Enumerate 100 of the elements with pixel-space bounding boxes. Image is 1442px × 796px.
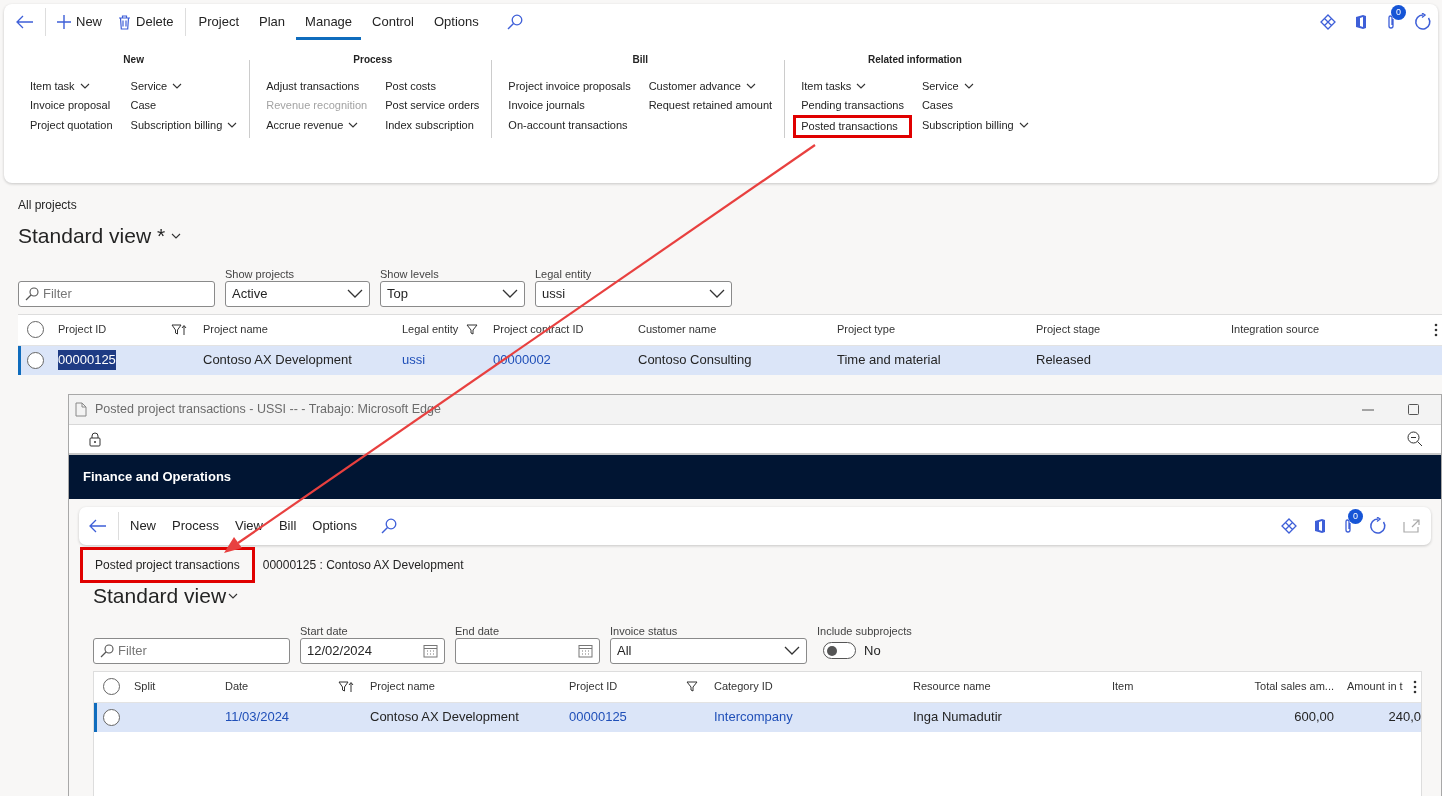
column-header[interactable]: Legal entity <box>394 321 485 338</box>
ribbon-item[interactable]: Item tasks <box>801 76 904 96</box>
ribbon-item[interactable]: Case <box>130 95 238 115</box>
calendar-icon[interactable] <box>578 643 593 658</box>
ribbon-item[interactable]: Posted transactions <box>793 115 912 138</box>
chevron-down-icon[interactable] <box>171 232 182 239</box>
chevron-down-icon[interactable] <box>1018 121 1029 128</box>
column-header[interactable]: Item <box>1104 678 1202 695</box>
column-header[interactable]: Project name <box>362 678 561 695</box>
paperclip-icon[interactable] <box>1343 518 1353 534</box>
menu-button[interactable]: Options <box>304 508 366 544</box>
ribbon-item[interactable]: Post costs <box>385 76 480 96</box>
filter-field[interactable]: Filter <box>18 280 215 307</box>
ribbon-item[interactable]: Cases <box>921 95 1029 115</box>
plus-icon[interactable] <box>57 15 71 29</box>
delete-button[interactable]: Delete <box>110 4 182 40</box>
column-header[interactable]: Resource name <box>905 678 1104 695</box>
office-icon[interactable] <box>1313 518 1327 534</box>
ribbon-item[interactable]: Pending transactions <box>801 95 904 115</box>
diamond-icon[interactable] <box>1281 518 1297 534</box>
lock-icon[interactable] <box>89 431 101 447</box>
menu-button[interactable]: Bill <box>270 508 305 544</box>
chevron-down-icon[interactable] <box>856 82 867 89</box>
dropdown-field[interactable]: ussi <box>535 280 732 307</box>
menu-tab[interactable]: Manage <box>296 4 362 40</box>
menu-button[interactable]: New <box>122 508 164 544</box>
zoom-out-icon[interactable] <box>1407 431 1423 447</box>
dropdown-field[interactable]: Active <box>225 280 370 307</box>
date-field[interactable]: 12/02/2024 <box>300 637 445 664</box>
chevron-down-icon[interactable] <box>348 121 359 128</box>
diamond-icon[interactable] <box>1320 14 1336 30</box>
menu-button[interactable]: View <box>227 508 271 544</box>
column-header[interactable]: Amount in t <box>1342 678 1421 695</box>
table-link[interactable]: 00000125 <box>569 707 627 727</box>
ribbon-item[interactable]: Subscription billing <box>130 115 238 135</box>
view-title[interactable]: Standard view <box>93 580 227 612</box>
filter-sort-icon[interactable] <box>171 323 187 336</box>
filter-sort-icon[interactable] <box>338 680 354 693</box>
column-header[interactable]: Project ID <box>50 321 195 338</box>
dropdown-field[interactable]: All <box>610 637 807 664</box>
calendar-icon[interactable] <box>423 643 438 658</box>
table-link[interactable]: ussi <box>402 350 426 370</box>
view-title[interactable]: Standard view * <box>18 220 166 252</box>
toggle-switch[interactable] <box>823 642 856 659</box>
ribbon-item[interactable]: Subscription billing <box>921 115 1029 135</box>
refresh-icon[interactable] <box>1369 517 1387 535</box>
ribbon-item[interactable]: Project quotation <box>30 115 113 135</box>
chevron-down-icon[interactable] <box>227 121 238 128</box>
chevron-down-icon[interactable] <box>347 289 363 298</box>
ribbon-item[interactable]: Service <box>921 76 1029 96</box>
more-icon[interactable] <box>1434 322 1438 337</box>
back-icon[interactable] <box>16 15 34 29</box>
chevron-down-icon[interactable] <box>745 82 756 89</box>
search-icon[interactable] <box>506 14 523 30</box>
column-header[interactable]: Project stage <box>1028 321 1226 338</box>
refresh-icon[interactable] <box>1414 13 1432 31</box>
column-header[interactable]: Category ID <box>706 678 905 695</box>
chevron-down-icon[interactable] <box>79 82 90 89</box>
column-header[interactable]: Total sales am... <box>1202 678 1342 695</box>
table-row[interactable]: 11/03/2024 Contoso AX Development 00000125 Intercompany Inga Numadutir 600,00 240,0 <box>94 702 1421 732</box>
select-all-radio[interactable] <box>27 321 44 338</box>
column-header[interactable]: Project type <box>829 321 1028 338</box>
ribbon-item[interactable]: Item task <box>30 76 113 96</box>
menu-tab[interactable]: Plan <box>250 4 295 40</box>
trash-icon[interactable] <box>118 14 131 30</box>
chevron-down-icon[interactable] <box>502 289 518 298</box>
column-header[interactable]: Date <box>217 678 362 695</box>
new-button[interactable]: New <box>49 4 110 40</box>
row-radio[interactable] <box>27 351 44 369</box>
column-header[interactable]: Integration source <box>1226 321 1442 338</box>
dropdown-field[interactable]: Top <box>380 280 525 307</box>
filter-field[interactable]: Filter <box>93 637 290 664</box>
menu-tab[interactable]: Options <box>425 4 488 40</box>
search-icon[interactable] <box>381 518 398 534</box>
column-header[interactable]: Split <box>126 678 217 695</box>
chevron-down-icon[interactable] <box>784 646 800 655</box>
menu-tab[interactable]: Control <box>363 4 423 40</box>
chevron-down-icon[interactable] <box>228 592 239 599</box>
ribbon-item[interactable]: Index subscription <box>385 115 480 135</box>
menu-tab[interactable]: Project <box>189 4 249 40</box>
maximize-icon[interactable] <box>1408 404 1419 415</box>
chevron-down-icon[interactable] <box>963 82 974 89</box>
chevron-down-icon[interactable] <box>709 289 725 298</box>
ribbon-item[interactable]: On-account transactions <box>508 115 631 135</box>
ribbon-item[interactable]: Accrue revenue <box>266 115 368 135</box>
breadcrumb[interactable]: Posted project transactions <box>80 547 255 583</box>
office-icon[interactable] <box>1354 14 1368 30</box>
ribbon-item[interactable]: Invoice proposal <box>30 95 113 115</box>
ribbon-item[interactable]: Project invoice proposals <box>508 76 631 96</box>
table-link[interactable]: Intercompany <box>714 707 793 727</box>
column-header[interactable]: Project name <box>195 321 394 338</box>
filter-icon[interactable] <box>686 681 698 692</box>
select-all-radio[interactable] <box>103 678 120 695</box>
more-icon[interactable] <box>1413 679 1417 694</box>
column-header[interactable]: Project ID <box>561 678 706 695</box>
ribbon-item[interactable]: Service <box>130 76 238 96</box>
ribbon-item[interactable]: Adjust transactions <box>266 76 368 96</box>
menu-button[interactable]: Process <box>164 508 227 544</box>
ribbon-item[interactable]: Post service orders <box>385 95 480 115</box>
date-field[interactable] <box>455 637 600 664</box>
